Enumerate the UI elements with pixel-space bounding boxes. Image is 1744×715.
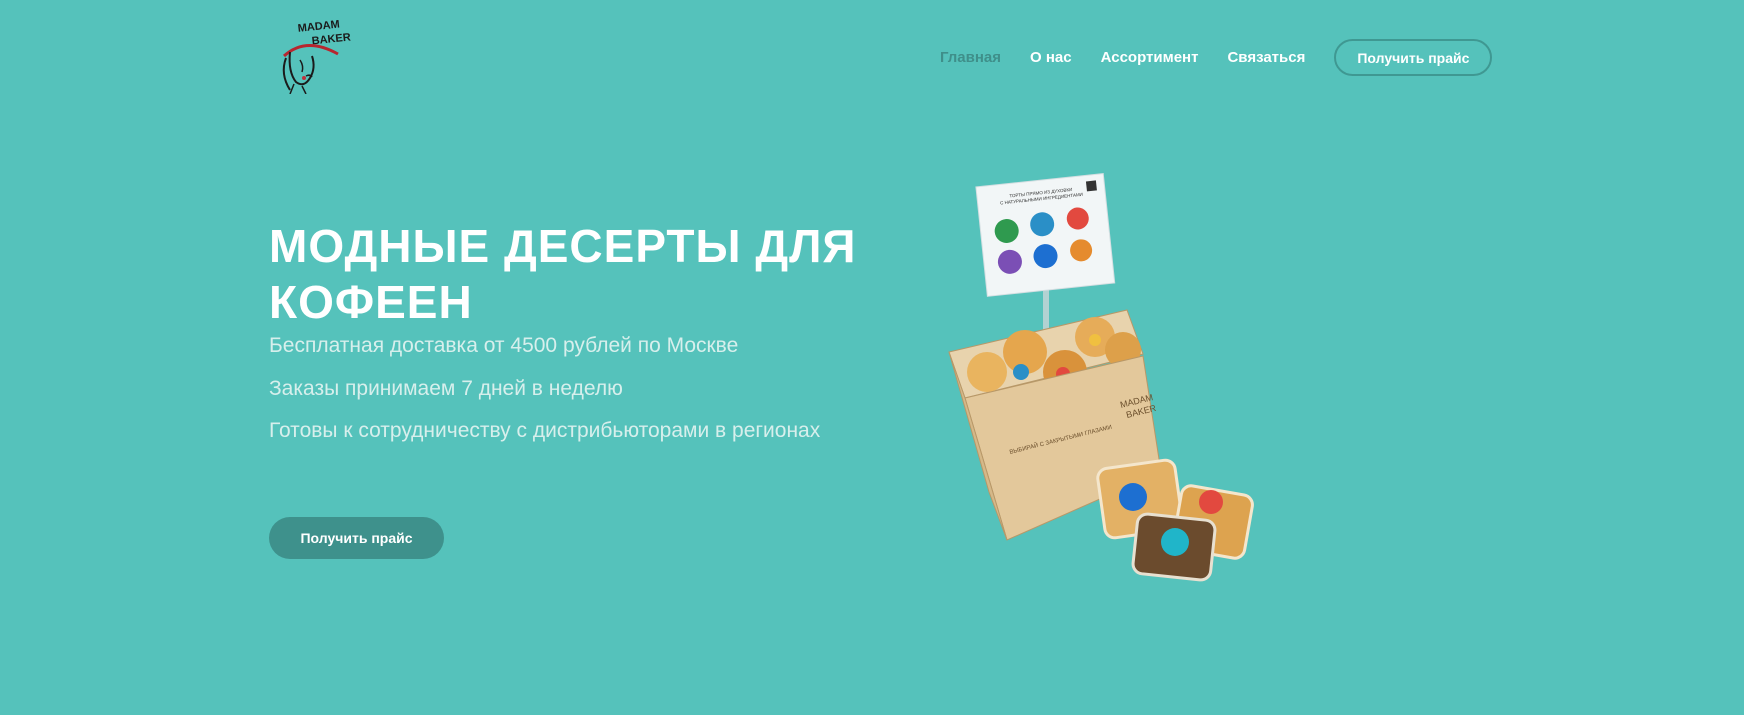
hero-distributors-text: Готовы к сотрудничеству с дистрибьюторам…	[269, 419, 821, 442]
logo[interactable]: MADAM BAKER	[276, 16, 360, 95]
nav-link-home[interactable]: Главная	[940, 49, 1001, 66]
hero-orders-text: Заказы принимаем 7 дней в неделю	[269, 377, 623, 400]
nav-link-contact[interactable]: Связаться	[1227, 49, 1305, 66]
main-nav: Главная О нас Ассортимент Связаться Полу…	[940, 37, 1493, 77]
get-price-button-header[interactable]: Получить прайс	[1334, 38, 1493, 76]
get-price-button[interactable]: Получить прайс	[269, 517, 444, 559]
hero-title: МОДНЫЕ ДЕСЕРТЫ ДЛЯ КОФЕЕН	[269, 220, 857, 328]
nav-link-about[interactable]: О нас	[1030, 49, 1072, 66]
hero-delivery-text: Бесплатная доставка от 4500 рублей по Мо…	[269, 334, 739, 357]
product-image: ТОРТЫ ПРЯМО ИЗ ДУХОВКИ С НАТУРАЛЬНЫМИ ИН…	[945, 172, 1265, 582]
nav-link-assortment[interactable]: Ассортимент	[1101, 49, 1199, 66]
